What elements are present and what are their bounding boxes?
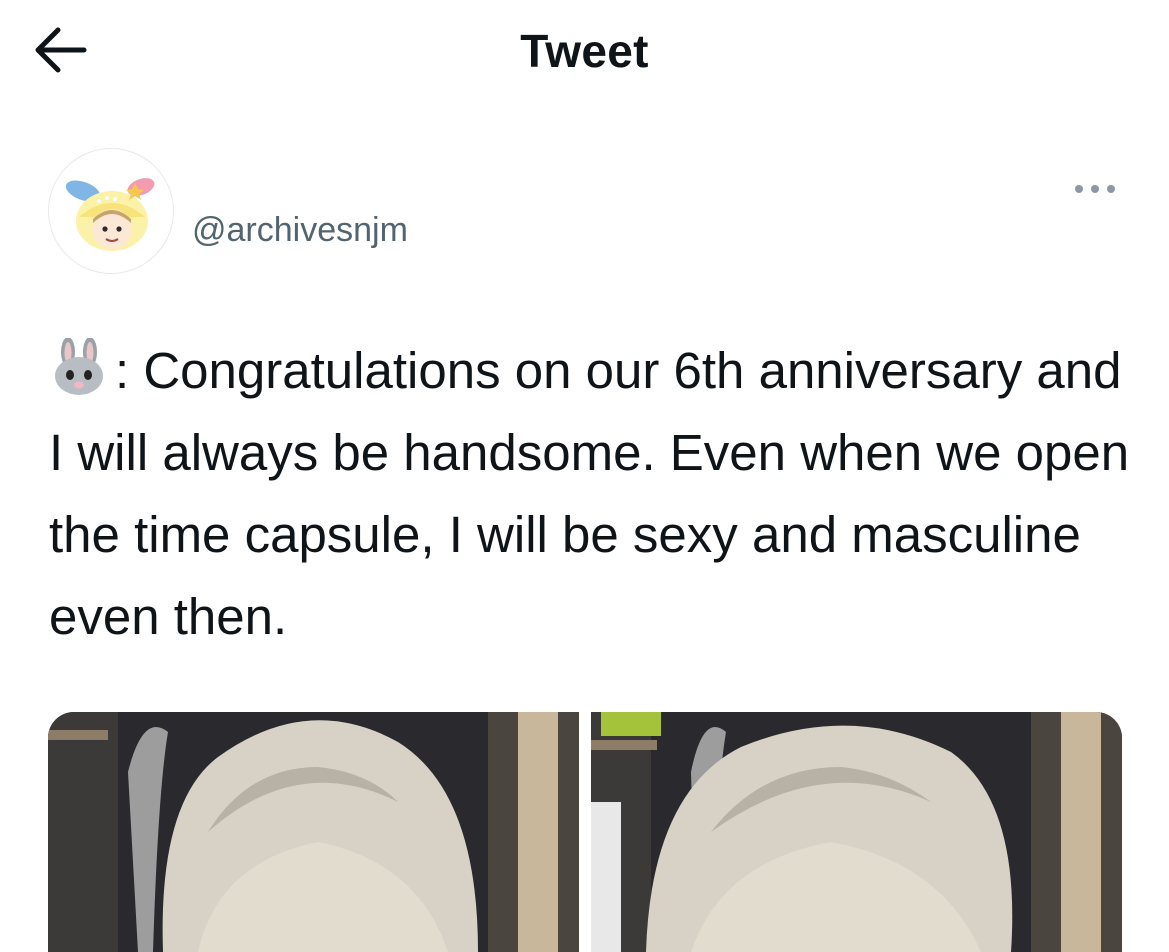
tweet-photo-2[interactable]	[591, 712, 1122, 952]
photo-thumbnail-icon	[48, 712, 579, 952]
tweet-body: : Congratulations on our 6th anniversary…	[49, 330, 1139, 658]
tweet-photo-1[interactable]	[48, 712, 579, 952]
tweet-text: : Congratulations on our 6th anniversary…	[49, 342, 1130, 645]
bunny-hat-avatar-icon	[65, 178, 155, 251]
user-handle[interactable]: @archivesnjm	[192, 211, 408, 250]
more-horizontal-icon	[1075, 185, 1115, 193]
rabbit-face-emoji-icon	[55, 338, 103, 395]
avatar[interactable]	[48, 148, 174, 274]
more-button[interactable]	[1070, 174, 1120, 204]
page-title: Tweet	[520, 25, 649, 77]
photo-thumbnail-icon	[591, 712, 1122, 952]
top-bar: Tweet	[0, 0, 1169, 105]
